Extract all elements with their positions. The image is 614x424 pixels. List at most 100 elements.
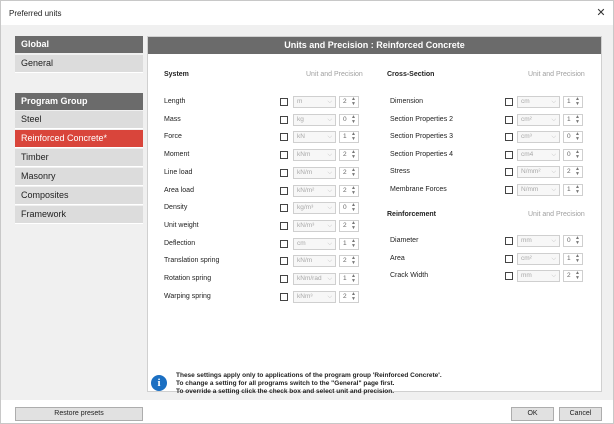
spinner-arrows-icon[interactable]: ▲ ▼ <box>575 115 580 125</box>
override-checkbox-moment[interactable] <box>280 151 288 159</box>
precision-spinner-stress[interactable]: 2 ▲ ▼ <box>563 166 583 178</box>
unit-select-mass[interactable]: kg ⌵ <box>293 114 336 126</box>
unit-select-membrane-forces[interactable]: N/mm ⌵ <box>517 184 560 196</box>
override-checkbox-section-properties-4[interactable] <box>505 151 513 159</box>
precision-spinner-translation-spring[interactable]: 2 ▲ ▼ <box>339 255 359 267</box>
spinner-arrows-icon[interactable]: ▲ ▼ <box>575 185 580 195</box>
unit-select-area-load[interactable]: kN/m² ⌵ <box>293 185 336 197</box>
override-checkbox-unit-weight[interactable] <box>280 222 288 230</box>
spinner-arrows-icon[interactable]: ▲ ▼ <box>351 274 356 284</box>
override-checkbox-mass[interactable] <box>280 116 288 124</box>
spinner-arrows-icon[interactable]: ▲ ▼ <box>351 168 356 178</box>
spinner-arrows-icon[interactable]: ▲ ▼ <box>351 186 356 196</box>
spinner-arrows-icon[interactable]: ▲ ▼ <box>575 167 580 177</box>
spinner-arrows-icon[interactable]: ▲ ▼ <box>351 239 356 249</box>
sidebar-item-timber[interactable]: Timber <box>15 149 143 167</box>
override-checkbox-section-properties-3[interactable] <box>505 133 513 141</box>
restore-presets-button[interactable]: Restore presets <box>15 407 143 421</box>
override-checkbox-line-load[interactable] <box>280 169 288 177</box>
unit-value: kNm <box>297 151 311 158</box>
unit-select-unit-weight[interactable]: kN/m³ ⌵ <box>293 220 336 232</box>
precision-spinner-rotation-spring[interactable]: 1 ▲ ▼ <box>339 273 359 285</box>
override-checkbox-length[interactable] <box>280 98 288 106</box>
precision-spinner-length[interactable]: 2 ▲ ▼ <box>339 96 359 108</box>
cancel-button[interactable]: Cancel <box>559 407 602 421</box>
precision-spinner-unit-weight[interactable]: 2 ▲ ▼ <box>339 220 359 232</box>
precision-spinner-area[interactable]: 1 ▲ ▼ <box>563 253 583 265</box>
unit-select-section-properties-2[interactable]: cm² ⌵ <box>517 114 560 126</box>
spinner-arrows-icon[interactable]: ▲ ▼ <box>575 254 580 264</box>
unit-select-moment[interactable]: kNm ⌵ <box>293 149 336 161</box>
override-checkbox-area-load[interactable] <box>280 187 288 195</box>
unit-select-rotation-spring[interactable]: kNm/rad ⌵ <box>293 273 336 285</box>
spinner-arrows-icon[interactable]: ▲ ▼ <box>351 203 356 213</box>
unit-select-crack-width[interactable]: mm ⌵ <box>517 270 560 282</box>
override-checkbox-crack-width[interactable] <box>505 272 513 280</box>
ok-button[interactable]: OK <box>511 407 554 421</box>
unit-select-diameter[interactable]: mm ⌵ <box>517 235 560 247</box>
unit-select-force[interactable]: kN ⌵ <box>293 131 336 143</box>
spinner-arrows-icon[interactable]: ▲ ▼ <box>575 150 580 160</box>
unit-select-area[interactable]: cm² ⌵ <box>517 253 560 265</box>
override-checkbox-translation-spring[interactable] <box>280 257 288 265</box>
override-checkbox-force[interactable] <box>280 133 288 141</box>
unit-select-section-properties-4[interactable]: cm4 ⌵ <box>517 149 560 161</box>
sidebar-item-composites[interactable]: Composites <box>15 187 143 205</box>
override-checkbox-deflection[interactable] <box>280 240 288 248</box>
spinner-arrows-icon[interactable]: ▲ ▼ <box>575 97 580 107</box>
override-checkbox-stress[interactable] <box>505 168 513 176</box>
precision-spinner-section-properties-4[interactable]: 0 ▲ ▼ <box>563 149 583 161</box>
spinner-arrows-icon[interactable]: ▲ ▼ <box>575 132 580 142</box>
unit-select-density[interactable]: kg/m³ ⌵ <box>293 202 336 214</box>
precision-value: 2 <box>343 151 347 158</box>
precision-spinner-deflection[interactable]: 1 ▲ ▼ <box>339 238 359 250</box>
unit-select-deflection[interactable]: cm ⌵ <box>293 238 336 250</box>
override-checkbox-density[interactable] <box>280 204 288 212</box>
spinner-arrows-icon[interactable]: ▲ ▼ <box>575 236 580 246</box>
override-checkbox-membrane-forces[interactable] <box>505 186 513 194</box>
override-checkbox-dimension[interactable] <box>505 98 513 106</box>
precision-spinner-section-properties-2[interactable]: 1 ▲ ▼ <box>563 114 583 126</box>
unit-value: cm <box>297 240 306 247</box>
spinner-arrows-icon[interactable]: ▲ ▼ <box>575 271 580 281</box>
spinner-arrows-icon[interactable]: ▲ ▼ <box>351 132 356 142</box>
precision-spinner-mass[interactable]: 0 ▲ ▼ <box>339 114 359 126</box>
sidebar-item-reinforced-concrete[interactable]: Reinforced Concrete* <box>15 130 143 148</box>
precision-spinner-warping-spring[interactable]: 2 ▲ ▼ <box>339 291 359 303</box>
precision-spinner-area-load[interactable]: 2 ▲ ▼ <box>339 185 359 197</box>
close-icon[interactable]: ✕ <box>593 5 609 21</box>
precision-spinner-diameter[interactable]: 0 ▲ ▼ <box>563 235 583 247</box>
precision-spinner-density[interactable]: 0 ▲ ▼ <box>339 202 359 214</box>
unit-select-dimension[interactable]: cm ⌵ <box>517 96 560 108</box>
unit-select-translation-spring[interactable]: kN/m ⌵ <box>293 255 336 267</box>
spinner-arrows-icon[interactable]: ▲ ▼ <box>351 256 356 266</box>
spinner-arrows-icon[interactable]: ▲ ▼ <box>351 221 356 231</box>
spinner-arrows-icon[interactable]: ▲ ▼ <box>351 150 356 160</box>
precision-spinner-force[interactable]: 1 ▲ ▼ <box>339 131 359 143</box>
override-checkbox-rotation-spring[interactable] <box>280 275 288 283</box>
precision-spinner-crack-width[interactable]: 2 ▲ ▼ <box>563 270 583 282</box>
unit-select-section-properties-3[interactable]: cm³ ⌵ <box>517 131 560 143</box>
spinner-arrows-icon[interactable]: ▲ ▼ <box>351 97 356 107</box>
sidebar-item-general[interactable]: General <box>15 55 143 73</box>
unit-select-length[interactable]: m ⌵ <box>293 96 336 108</box>
override-checkbox-area[interactable] <box>505 255 513 263</box>
precision-spinner-moment[interactable]: 2 ▲ ▼ <box>339 149 359 161</box>
unit-select-line-load[interactable]: kN/m ⌵ <box>293 167 336 179</box>
sidebar-item-steel[interactable]: Steel <box>15 111 143 129</box>
override-checkbox-warping-spring[interactable] <box>280 293 288 301</box>
unit-select-warping-spring[interactable]: kNm³ ⌵ <box>293 291 336 303</box>
precision-spinner-line-load[interactable]: 2 ▲ ▼ <box>339 167 359 179</box>
sidebar-item-framework[interactable]: Framework <box>15 206 143 224</box>
override-checkbox-section-properties-2[interactable] <box>505 116 513 124</box>
precision-spinner-membrane-forces[interactable]: 1 ▲ ▼ <box>563 184 583 196</box>
override-checkbox-diameter[interactable] <box>505 237 513 245</box>
unit-select-stress[interactable]: N/mm² ⌵ <box>517 166 560 178</box>
precision-spinner-dimension[interactable]: 1 ▲ ▼ <box>563 96 583 108</box>
precision-spinner-section-properties-3[interactable]: 0 ▲ ▼ <box>563 131 583 143</box>
system-row-label-density: Density <box>164 204 188 211</box>
spinner-arrows-icon[interactable]: ▲ ▼ <box>351 115 356 125</box>
spinner-arrows-icon[interactable]: ▲ ▼ <box>351 292 356 302</box>
chevron-down-icon: ⌵ <box>327 134 332 140</box>
sidebar-item-masonry[interactable]: Masonry <box>15 168 143 186</box>
